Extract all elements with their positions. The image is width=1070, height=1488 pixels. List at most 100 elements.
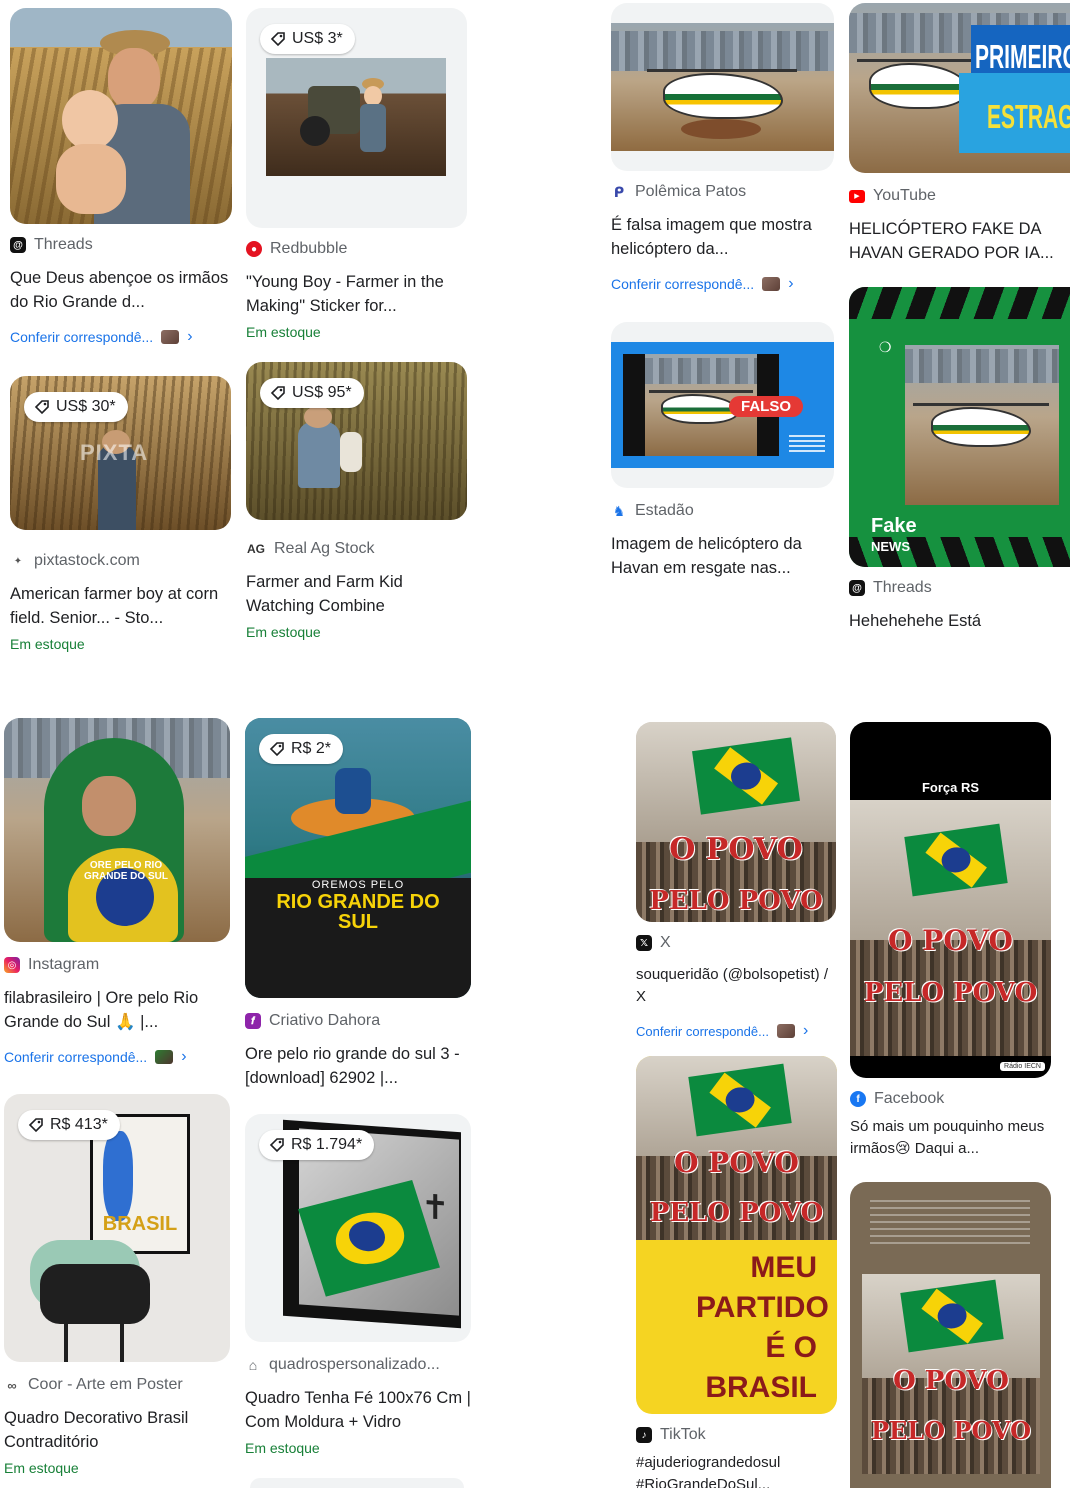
result-card[interactable]: ✝ R$ 1.794* ⌂ quadrospersonalizado... Qu… [245,1114,471,1488]
price-value: R$ 413* [50,1116,108,1133]
source-name: Coor - Arte em Poster [28,1376,183,1393]
result-card[interactable]: @ Threads Que Deus abençoe os irmãos do … [10,8,232,353]
price-value: US$ 95* [292,384,352,401]
image-text-line1: O POVO [888,924,1013,957]
result-image[interactable]: Força RS O POVO PELO POVO Rádio IECN [850,722,1051,1078]
result-card[interactable]: BRASIL R$ 413* ∞ Coor - Arte em Poster Q… [4,1094,230,1488]
polemica-patos-icon: ᑭ [611,184,627,200]
result-title[interactable]: Farmer and Farm Kid Watching Combine [246,570,467,618]
price-tag: R$ 1.794* [259,1130,375,1160]
result-card[interactable]: ORE PELO RIO GRANDE DO SUL ◎ Instagram f… [4,718,230,1078]
check-matches-link[interactable]: Conferir correspondê... › [4,1048,230,1066]
source-name: quadrospersonalizado... [269,1356,440,1373]
result-image[interactable]: ❍ Fake NEWS [849,287,1070,567]
threads-icon: @ [10,237,26,253]
result-title[interactable]: Só mais um pouquinho meus irmãos😢 Daqui … [850,1116,1051,1160]
tag-icon [28,1118,43,1133]
source-name: Threads [34,236,93,253]
result-card[interactable]: PRIMEIROS ESTRAGOS ▶ YouTube HELICÓPTERO… [849,3,1070,268]
price-value: US$ 3* [292,30,343,47]
result-image[interactable] [611,3,834,171]
fake-news-logo-top: Fake [871,515,917,537]
check-matches-label: Conferir correspondê... [4,1049,148,1065]
result-title[interactable]: Ore pelo rio grande do sul 3 - [download… [245,1042,471,1090]
image-text-line2: PELO POVO [649,886,823,916]
estadao-horse-icon: ♞ [611,502,627,519]
result-title[interactable]: American farmer boy at corn field. Senio… [10,582,231,630]
result-image[interactable] [10,8,232,224]
result-card[interactable]: Força RS O POVO PELO POVO Rádio IECN f F… [850,722,1051,1167]
overlay-text-top: PRIMEIROS [975,39,1070,76]
result-image[interactable]: US$ 3* [246,8,467,228]
source-name: Redbubble [270,240,348,257]
result-title[interactable]: souqueridão (@bolsopetist) / X [636,964,836,1008]
instagram-icon: ◎ [4,957,20,973]
check-matches-link[interactable]: Conferir correspondê... › [10,328,232,346]
result-card[interactable]: ᑭ Polêmica Patos É falsa imagem que most… [611,3,834,303]
result-image[interactable]: FALSO [611,322,834,488]
result-image[interactable]: OREMOS PELO RIO GRANDE DO SUL R$ 2* [245,718,471,998]
source-name: Estadão [635,502,694,519]
result-card[interactable]: O POVO PELO POVO [850,1182,1051,1488]
image-header-text: Força RS [921,780,980,795]
result-image[interactable]: PIXTA US$ 30* [10,376,231,530]
result-card[interactable]: FALSO ♞ Estadão Imagem de helicóptero da… [611,322,834,584]
price-tag: R$ 413* [18,1110,120,1140]
result-title[interactable]: Quadro Decorativo Brasil Contraditório [4,1406,230,1454]
chevron-right-icon: › [788,275,794,292]
result-title[interactable]: Quadro Tenha Fé 100x76 Cm | Com Moldura … [245,1386,471,1434]
result-title[interactable]: "Young Boy - Farmer in the Making" Stick… [246,270,467,318]
x-logo-icon: 𝕏 [636,935,652,951]
price-value: US$ 30* [56,398,116,415]
check-matches-label: Conferir correspondê... [611,276,755,292]
result-card[interactable]: PIXTA US$ 30* ✦ pixtastock.com American … [10,376,231,656]
price-tag: R$ 2* [259,734,344,764]
result-image[interactable]: O POVO PELO POVO [850,1182,1051,1488]
result-card-partial[interactable] [250,1478,464,1488]
check-matches-label: Conferir correspondê... [10,329,154,345]
result-card[interactable]: ❍ Fake NEWS @ Threads Hehehehehe Está [849,287,1070,637]
result-title[interactable]: É falsa imagem que mostra helicóptero da… [611,213,834,261]
match-thumbnail [155,1050,174,1064]
threads-icon: @ [849,580,865,596]
result-image[interactable]: BRASIL R$ 413* [4,1094,230,1362]
chevron-right-icon: › [802,1022,809,1039]
image-text-line2: PELO POVO [870,1416,1032,1445]
result-title[interactable]: Que Deus abençoe os irmãos do Rio Grande… [10,266,232,314]
facebook-icon: f [850,1091,866,1107]
result-card[interactable]: OREMOS PELO RIO GRANDE DO SUL R$ 2* 𝒇 Cr… [245,718,471,1093]
check-matches-link[interactable]: Conferir correspondê... › [611,275,834,293]
result-image[interactable]: ✝ R$ 1.794* [245,1114,471,1342]
result-image[interactable]: PRIMEIROS ESTRAGOS [849,3,1070,173]
result-image[interactable]: US$ 95* [246,362,467,520]
result-image[interactable]: O POVO PELO POVO [636,722,836,922]
result-card[interactable]: US$ 95* AG Real Ag Stock Farmer and Farm… [246,362,467,642]
cross-icon: ✝ [421,1187,450,1228]
price-tag: US$ 95* [260,378,364,408]
match-thumbnail [161,330,180,344]
source-name: pixtastock.com [34,552,140,569]
shopping-bag-icon: ⌂ [245,1357,261,1373]
overlay-text-bottom: ESTRAGOS [987,99,1070,136]
result-title[interactable]: Imagem de helicóptero da Havan em resgat… [611,532,834,580]
estadao-verifica-logo [789,434,825,452]
result-card[interactable]: US$ 3* ● Redbubble "Young Boy - Farmer i… [246,8,467,348]
image-big-text: RIO GRANDE DO SUL [276,891,440,933]
result-card[interactable]: O POVO PELO POVO MEU PARTIDO É O BRASIL … [636,1056,837,1488]
result-title[interactable]: filabrasileiro | Ore pelo Rio Grande do … [4,986,230,1034]
tag-icon [269,742,284,757]
stock-status: Em estoque [246,324,321,340]
result-title[interactable]: Hehehehehe Está [849,609,1070,633]
result-title[interactable]: HELICÓPTERO FAKE DA HAVAN GERADO POR IA.… [849,217,1070,265]
check-matches-link[interactable]: Conferir correspondê... › [636,1022,836,1040]
source-name: Facebook [874,1090,945,1107]
result-title[interactable]: #ajuderiograndedosul #RioGrandeDoSul... [636,1452,837,1488]
result-image[interactable]: ORE PELO RIO GRANDE DO SUL [4,718,230,942]
result-card[interactable]: O POVO PELO POVO 𝕏 X souqueridão (@bolso… [636,722,836,1042]
chevron-right-icon: › [181,1048,187,1065]
image-caption: ORE PELO RIO GRANDE DO SUL [84,860,168,882]
fake-badge: FALSO [729,396,804,417]
watermark: PIXTA [80,440,149,465]
fake-news-logo-bottom: NEWS [871,539,910,554]
result-image[interactable]: O POVO PELO POVO MEU PARTIDO É O BRASIL [636,1056,837,1414]
